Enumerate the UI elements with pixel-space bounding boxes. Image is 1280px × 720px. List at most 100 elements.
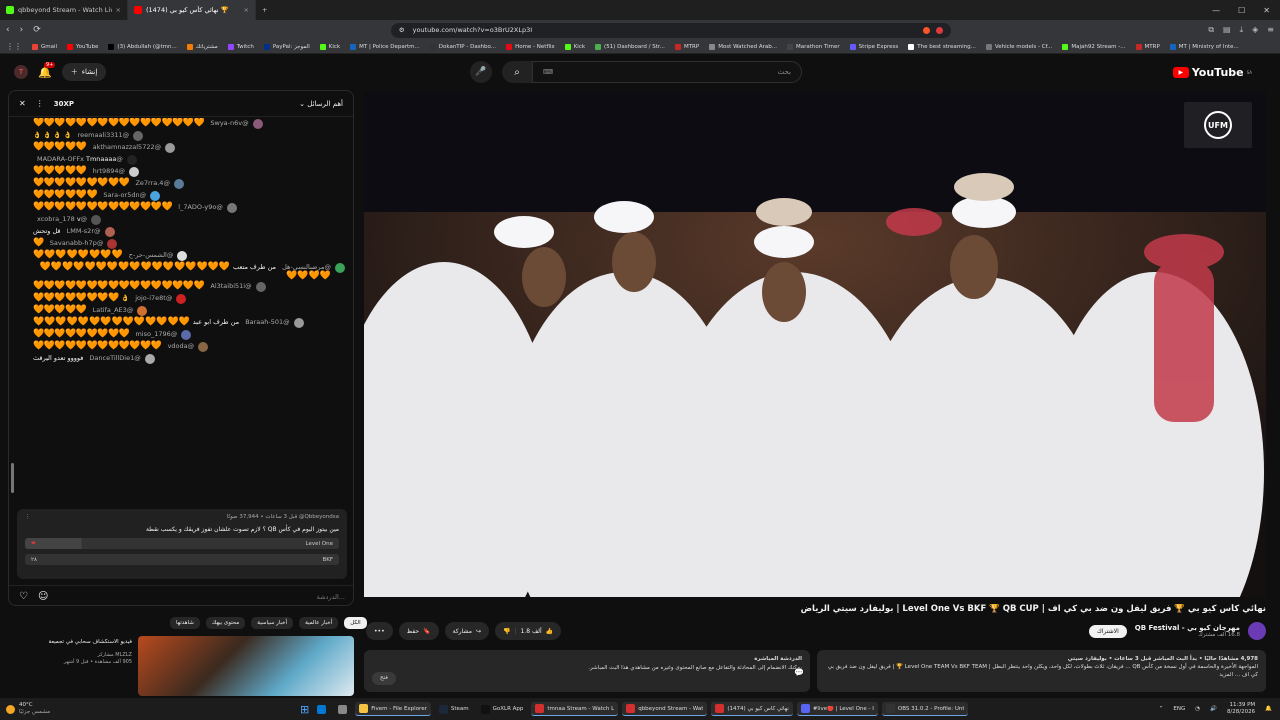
notifications-bell-icon[interactable]: 🔔 9+: [38, 61, 56, 79]
network-icon[interactable]: ◔: [1195, 706, 1200, 712]
bookmark-item[interactable]: مشترياتك: [186, 43, 218, 50]
chat-message[interactable]: @Sara-or5dn 🧡🧡🧡🧡🧡🧡: [9, 190, 353, 202]
filter-chip[interactable]: شاهدتها: [170, 617, 200, 629]
taskbar-app[interactable]: Fivem - File Explorer: [355, 702, 431, 716]
bookmark-item[interactable]: Kick: [319, 43, 340, 50]
chat-username[interactable]: @Savanabb-h7p: [50, 239, 104, 247]
taskbar-app[interactable]: (1474) نهائي كأس كيو بي: [711, 702, 793, 716]
bookmark-item[interactable]: Stripe Express: [849, 43, 898, 50]
close-chat-icon[interactable]: ✕: [19, 99, 26, 108]
recommended-video[interactable]: فيديو الاستكشاف سحابي في تجميعة MLZLZ مش…: [36, 636, 356, 696]
filter-chip[interactable]: أخبار عالمية: [299, 617, 339, 629]
bookmark-item[interactable]: DokanTIP - Dashbo...: [429, 43, 496, 50]
bookmark-item[interactable]: MTRP: [1135, 43, 1160, 50]
chat-message[interactable]: @DanceTillDie1 فوووو تعدو اليرقث: [9, 353, 353, 365]
channel-name[interactable]: مهرجان كيو بي - QB Festival: [1135, 624, 1240, 632]
chat-avatar[interactable]: [165, 143, 176, 153]
url-bar[interactable]: ⚙ youtube.com/watch?v=o3BrU2XLp3I: [390, 22, 951, 38]
like-icon[interactable]: 👍: [546, 628, 553, 635]
taskbar-app[interactable]: tmnaa Stream - Watch L: [531, 702, 619, 716]
language-indicator[interactable]: ENG: [1173, 706, 1185, 712]
site-info-icon[interactable]: ⚙: [399, 26, 405, 34]
save-button[interactable]: حفظ 🔖: [398, 622, 439, 640]
bookmark-item[interactable]: The best streaming...: [908, 43, 976, 50]
video-description[interactable]: 4,978 مشاهدًا حاليًا • بدأ البث المباشر …: [817, 650, 1266, 692]
dislike-icon[interactable]: 👎: [503, 628, 510, 635]
chat-avatar[interactable]: [91, 215, 102, 225]
bookmark-item[interactable]: Marathon Timer: [786, 43, 840, 50]
channel-avatar[interactable]: [1248, 622, 1266, 640]
taskbar-app[interactable]: #live🔴 | Level One - I: [796, 702, 878, 716]
chat-message[interactable]: @Al3taibi51i 🧡🧡🧡🧡🧡🧡🧡🧡🧡🧡🧡🧡🧡🧡🧡🧡: [9, 281, 353, 293]
more-actions-button[interactable]: •••: [366, 622, 393, 640]
chat-menu-icon[interactable]: ⋮: [36, 99, 44, 108]
recommended-title[interactable]: فيديو الاستكشاف سحابي في تجميعة: [36, 638, 132, 646]
chat-message[interactable]: @Swya-n6v 🧡🧡🧡🧡🧡🧡🧡🧡🧡🧡🧡🧡🧡🧡🧡🧡: [9, 118, 353, 130]
chat-message[interactable]: @Baraah-501 من طرف ابو عبد 🧡🧡🧡🧡🧡🧡🧡🧡🧡🧡🧡🧡🧡…: [9, 317, 353, 329]
chat-avatar[interactable]: [255, 282, 266, 292]
chat-avatar[interactable]: [198, 342, 209, 352]
filter-chip[interactable]: أخبار سياسية: [251, 617, 294, 629]
search-input[interactable]: ⌨ بحث: [532, 61, 802, 83]
chat-message[interactable]: @l_7ADO-y9o 🧡🧡🧡🧡🧡🧡🧡🧡🧡🧡🧡🧡🧡: [9, 202, 353, 214]
bookmark-item[interactable]: Home - Netflix: [506, 43, 555, 50]
forward-icon[interactable]: ›: [20, 25, 24, 35]
bookmark-item[interactable]: Vehicle models - Cf...: [985, 43, 1052, 50]
minimize-button[interactable]: —: [1212, 6, 1220, 15]
taskbar-app[interactable]: qbbeyond Stream - Wat: [622, 702, 708, 716]
bookmark-item[interactable]: MTRP: [674, 43, 699, 50]
taskbar-app[interactable]: Steam: [435, 703, 473, 716]
maximize-button[interactable]: ☐: [1238, 6, 1245, 15]
close-tab-icon[interactable]: ×: [244, 6, 249, 14]
emoji-icon[interactable]: ☺: [38, 591, 48, 602]
sidebar-icon[interactable]: ▤: [1223, 25, 1231, 35]
browser-tab[interactable]: (1474) نهائي كأس كيو بي 🏆 ×: [128, 0, 256, 20]
keyboard-icon[interactable]: ⌨: [543, 68, 553, 76]
video-player[interactable]: UFM: [364, 92, 1266, 597]
chat-username[interactable]: @LMM-s2r: [67, 227, 101, 235]
taskbar-app[interactable]: [313, 703, 330, 716]
chat-message[interactable]: @Ze7rra.4 🧡🧡🧡🧡🧡🧡🧡🧡🧡: [9, 178, 353, 190]
chat-message[interactable]: @vdoda 🧡🧡🧡🧡🧡🧡🧡🧡🧡🧡🧡🧡: [9, 341, 353, 353]
chat-message[interactable]: @Latifa_AE3 🧡🧡🧡🧡🧡: [9, 305, 353, 317]
chat-message[interactable]: @reemaali3311 👌 👌 👌 👌: [9, 130, 353, 142]
chat-avatar[interactable]: [335, 263, 345, 273]
taskbar-app[interactable]: [334, 703, 351, 716]
bookmark-item[interactable]: MT | Police Departm...: [350, 43, 420, 50]
chat-avatar[interactable]: [133, 131, 144, 141]
bookmark-item[interactable]: MT | Ministry of Inte...: [1169, 43, 1239, 50]
reload-icon[interactable]: ⟳: [33, 25, 41, 35]
chat-avatar[interactable]: [104, 227, 115, 237]
chat-message[interactable]: @الشمس-حر-ح 🧡🧡🧡🧡🧡🧡🧡🧡: [9, 250, 353, 262]
chat-username[interactable]: @DanceTillDie1: [89, 354, 140, 362]
chat-username[interactable]: @reemaali3311: [78, 131, 129, 139]
chat-username[interactable]: @miso_1796: [135, 330, 177, 338]
chat-username[interactable]: @Ze7rra.4: [135, 179, 170, 187]
weather-widget[interactable]: 40°C مشمس جزئيًا: [0, 702, 300, 716]
downloads-icon[interactable]: ⤓: [1240, 25, 1244, 35]
chat-username[interactable]: @vdoda: [168, 342, 195, 350]
bookmark-item[interactable]: Twitch: [227, 43, 254, 50]
chat-avatar[interactable]: [144, 354, 155, 364]
open-chat-button[interactable]: فتح: [372, 672, 396, 685]
chat-username[interactable]: @akthamnazzal5722: [93, 143, 162, 151]
heart-reaction-icon[interactable]: ♡: [19, 591, 28, 602]
bookmark-item[interactable]: PayPal: الموجز: [263, 43, 310, 50]
share-button[interactable]: مشاركة ↪: [444, 622, 489, 640]
close-tab-icon[interactable]: ×: [116, 6, 121, 14]
bookmark-item[interactable]: (51) Dashboard / Str...: [595, 43, 665, 50]
chat-avatar[interactable]: [173, 179, 184, 189]
clock[interactable]: 11:39 PM 8/28/2026: [1227, 702, 1255, 716]
bookmark-item[interactable]: Most Watched Arab...: [709, 43, 777, 50]
youtube-logo[interactable]: ▶ YouTube SA: [1172, 66, 1252, 79]
chat-username[interactable]: @hrt9894: [93, 167, 125, 175]
xp-badge[interactable]: 30XP: [54, 100, 74, 108]
chat-message[interactable]: @LMM-s2r قل وتحش: [9, 226, 353, 238]
bookmark-item[interactable]: (3) Abdullah (@tmn...: [108, 43, 177, 50]
apps-icon[interactable]: ⋮⋮: [6, 42, 22, 51]
back-icon[interactable]: ‹: [6, 25, 10, 35]
chat-avatar[interactable]: [126, 155, 137, 165]
chat-avatar[interactable]: [129, 167, 139, 177]
chat-username[interactable]: @الشمس-حر-ح: [129, 251, 174, 259]
bookmark-item[interactable]: Kick: [564, 43, 585, 50]
